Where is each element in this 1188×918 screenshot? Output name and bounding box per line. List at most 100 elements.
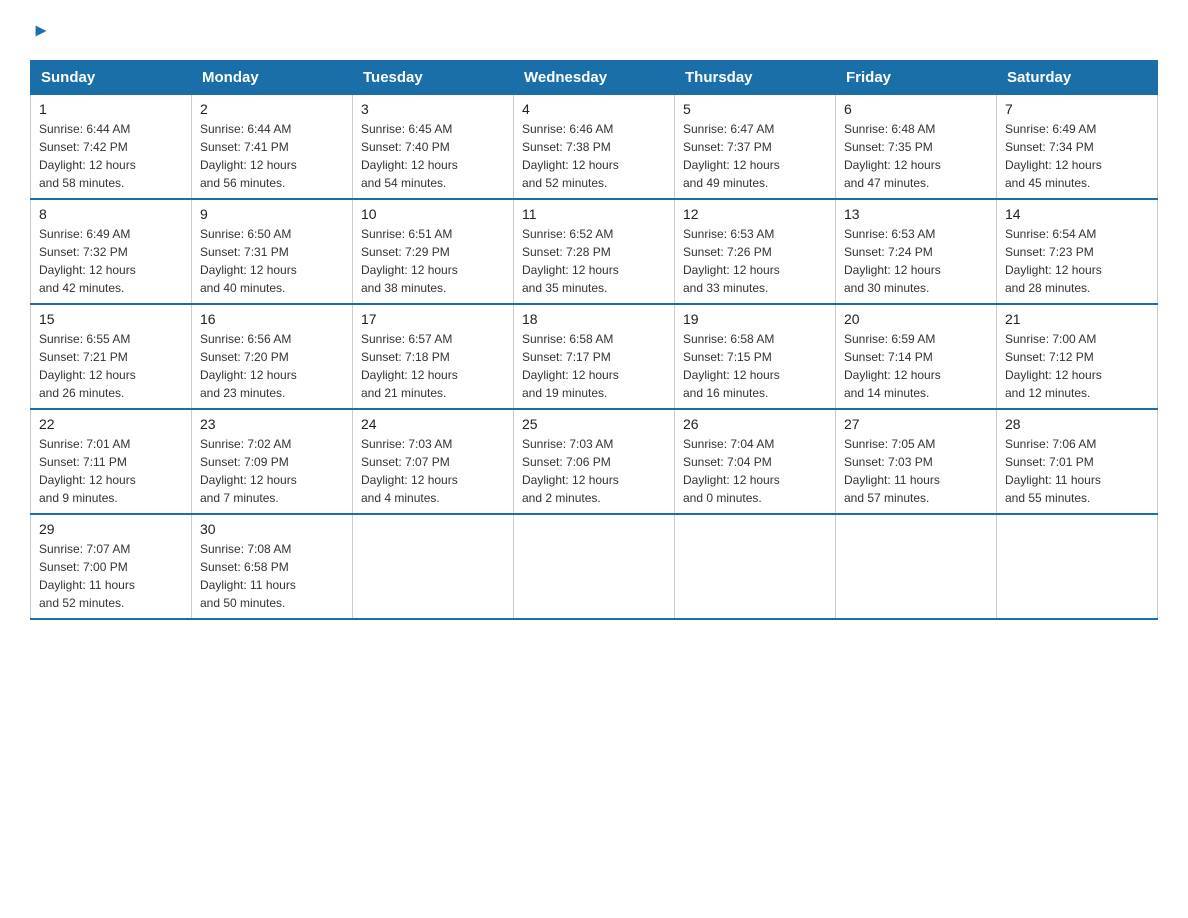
day-sun-info: Sunrise: 6:57 AM Sunset: 7:18 PM Dayligh… xyxy=(361,330,505,402)
day-number: 11 xyxy=(522,206,666,222)
day-sun-info: Sunrise: 7:02 AM Sunset: 7:09 PM Dayligh… xyxy=(200,435,344,507)
day-number: 20 xyxy=(844,311,988,327)
day-sun-info: Sunrise: 7:04 AM Sunset: 7:04 PM Dayligh… xyxy=(683,435,827,507)
day-number: 14 xyxy=(1005,206,1149,222)
day-sun-info: Sunrise: 6:45 AM Sunset: 7:40 PM Dayligh… xyxy=(361,120,505,192)
col-header-monday: Monday xyxy=(192,61,353,95)
day-number: 22 xyxy=(39,416,183,432)
calendar-cell: 8Sunrise: 6:49 AM Sunset: 7:32 PM Daylig… xyxy=(31,199,192,304)
calendar-cell: 23 Sunrise: 7:02 AM Sunset: 7:09 PM Dayli… xyxy=(192,409,353,514)
day-sun-info: Sunrise: 6:58 AM Sunset: 7:17 PM Dayligh… xyxy=(522,330,666,402)
calendar-cell: 1 Sunrise: 6:44 AM Sunset: 7:42 PM Daylig… xyxy=(31,95,192,200)
calendar-cell: 7 Sunrise: 6:49 AM Sunset: 7:34 PM Daylig… xyxy=(997,95,1158,200)
day-number: 21 xyxy=(1005,311,1149,327)
calendar-cell: 22 Sunrise: 7:01 AM Sunset: 7:11 PM Dayli… xyxy=(31,409,192,514)
day-number: 12 xyxy=(683,206,827,222)
day-number: 1 xyxy=(39,101,183,117)
calendar-cell: 11 Sunrise: 6:52 AM Sunset: 7:28 PM Dayli… xyxy=(514,199,675,304)
calendar-cell: 12 Sunrise: 6:53 AM Sunset: 7:26 PM Dayli… xyxy=(675,199,836,304)
logo xyxy=(30,20,50,40)
calendar-cell xyxy=(353,514,514,619)
day-number: 28 xyxy=(1005,416,1149,432)
day-number: 27 xyxy=(844,416,988,432)
calendar-cell: 29Sunrise: 7:07 AM Sunset: 7:00 PM Dayli… xyxy=(31,514,192,619)
calendar-cell: 2Sunrise: 6:44 AM Sunset: 7:41 PM Daylig… xyxy=(192,95,353,200)
day-sun-info: Sunrise: 6:44 AM Sunset: 7:42 PM Dayligh… xyxy=(39,120,183,192)
day-number: 26 xyxy=(683,416,827,432)
day-sun-info: Sunrise: 6:46 AM Sunset: 7:38 PM Dayligh… xyxy=(522,120,666,192)
day-number: 24 xyxy=(361,416,505,432)
day-sun-info: Sunrise: 6:48 AM Sunset: 7:35 PM Dayligh… xyxy=(844,120,988,192)
calendar-cell: 27 Sunrise: 7:05 AM Sunset: 7:03 PM Dayli… xyxy=(836,409,997,514)
calendar-cell xyxy=(675,514,836,619)
calendar-cell: 13 Sunrise: 6:53 AM Sunset: 7:24 PM Dayli… xyxy=(836,199,997,304)
calendar-table: SundayMondayTuesdayWednesdayThursdayFrid… xyxy=(30,60,1158,620)
day-sun-info: Sunrise: 6:47 AM Sunset: 7:37 PM Dayligh… xyxy=(683,120,827,192)
day-sun-info: Sunrise: 6:55 AM Sunset: 7:21 PM Dayligh… xyxy=(39,330,183,402)
day-sun-info: Sunrise: 7:00 AM Sunset: 7:12 PM Dayligh… xyxy=(1005,330,1149,402)
calendar-cell: 17 Sunrise: 6:57 AM Sunset: 7:18 PM Dayli… xyxy=(353,304,514,409)
day-sun-info: Sunrise: 7:03 AM Sunset: 7:07 PM Dayligh… xyxy=(361,435,505,507)
calendar-cell: 19 Sunrise: 6:58 AM Sunset: 7:15 PM Dayli… xyxy=(675,304,836,409)
calendar-week-3: 15 Sunrise: 6:55 AM Sunset: 7:21 PM Dayli… xyxy=(31,304,1158,409)
day-sun-info: Sunrise: 6:53 AM Sunset: 7:26 PM Dayligh… xyxy=(683,225,827,297)
day-number: 15 xyxy=(39,311,183,327)
day-sun-info: Sunrise: 6:56 AM Sunset: 7:20 PM Dayligh… xyxy=(200,330,344,402)
logo-arrow-icon xyxy=(32,22,50,40)
day-sun-info: Sunrise: 7:01 AM Sunset: 7:11 PM Dayligh… xyxy=(39,435,183,507)
calendar-cell: 20 Sunrise: 6:59 AM Sunset: 7:14 PM Dayli… xyxy=(836,304,997,409)
page-header xyxy=(30,20,1158,40)
calendar-cell: 3 Sunrise: 6:45 AM Sunset: 7:40 PM Daylig… xyxy=(353,95,514,200)
calendar-header: SundayMondayTuesdayWednesdayThursdayFrid… xyxy=(31,61,1158,95)
day-number: 8 xyxy=(39,206,183,222)
calendar-cell xyxy=(514,514,675,619)
day-sun-info: Sunrise: 6:51 AM Sunset: 7:29 PM Dayligh… xyxy=(361,225,505,297)
calendar-cell: 18 Sunrise: 6:58 AM Sunset: 7:17 PM Dayli… xyxy=(514,304,675,409)
day-number: 7 xyxy=(1005,101,1149,117)
day-sun-info: Sunrise: 6:53 AM Sunset: 7:24 PM Dayligh… xyxy=(844,225,988,297)
day-number: 19 xyxy=(683,311,827,327)
calendar-cell: 14 Sunrise: 6:54 AM Sunset: 7:23 PM Dayli… xyxy=(997,199,1158,304)
day-sun-info: Sunrise: 6:54 AM Sunset: 7:23 PM Dayligh… xyxy=(1005,225,1149,297)
day-sun-info: Sunrise: 6:58 AM Sunset: 7:15 PM Dayligh… xyxy=(683,330,827,402)
calendar-cell: 9 Sunrise: 6:50 AM Sunset: 7:31 PM Daylig… xyxy=(192,199,353,304)
day-sun-info: Sunrise: 7:08 AM Sunset: 6:58 PM Dayligh… xyxy=(200,540,344,612)
calendar-week-5: 29Sunrise: 7:07 AM Sunset: 7:00 PM Dayli… xyxy=(31,514,1158,619)
calendar-week-2: 8Sunrise: 6:49 AM Sunset: 7:32 PM Daylig… xyxy=(31,199,1158,304)
day-number: 3 xyxy=(361,101,505,117)
day-number: 4 xyxy=(522,101,666,117)
day-sun-info: Sunrise: 6:50 AM Sunset: 7:31 PM Dayligh… xyxy=(200,225,344,297)
day-number: 13 xyxy=(844,206,988,222)
calendar-cell: 24 Sunrise: 7:03 AM Sunset: 7:07 PM Dayli… xyxy=(353,409,514,514)
day-number: 25 xyxy=(522,416,666,432)
day-sun-info: Sunrise: 6:52 AM Sunset: 7:28 PM Dayligh… xyxy=(522,225,666,297)
calendar-cell xyxy=(997,514,1158,619)
calendar-cell: 26 Sunrise: 7:04 AM Sunset: 7:04 PM Dayli… xyxy=(675,409,836,514)
col-header-sunday: Sunday xyxy=(31,61,192,95)
calendar-cell: 21 Sunrise: 7:00 AM Sunset: 7:12 PM Dayli… xyxy=(997,304,1158,409)
day-sun-info: Sunrise: 6:59 AM Sunset: 7:14 PM Dayligh… xyxy=(844,330,988,402)
day-sun-info: Sunrise: 7:07 AM Sunset: 7:00 PM Dayligh… xyxy=(39,540,183,612)
day-number: 5 xyxy=(683,101,827,117)
day-number: 18 xyxy=(522,311,666,327)
calendar-cell: 5 Sunrise: 6:47 AM Sunset: 7:37 PM Daylig… xyxy=(675,95,836,200)
col-header-thursday: Thursday xyxy=(675,61,836,95)
calendar-cell: 25Sunrise: 7:03 AM Sunset: 7:06 PM Dayli… xyxy=(514,409,675,514)
calendar-cell: 4 Sunrise: 6:46 AM Sunset: 7:38 PM Daylig… xyxy=(514,95,675,200)
calendar-cell: 16Sunrise: 6:56 AM Sunset: 7:20 PM Dayli… xyxy=(192,304,353,409)
day-sun-info: Sunrise: 6:49 AM Sunset: 7:34 PM Dayligh… xyxy=(1005,120,1149,192)
calendar-cell: 28Sunrise: 7:06 AM Sunset: 7:01 PM Dayli… xyxy=(997,409,1158,514)
day-number: 17 xyxy=(361,311,505,327)
day-number: 9 xyxy=(200,206,344,222)
calendar-week-1: 1 Sunrise: 6:44 AM Sunset: 7:42 PM Daylig… xyxy=(31,95,1158,200)
day-sun-info: Sunrise: 7:05 AM Sunset: 7:03 PM Dayligh… xyxy=(844,435,988,507)
day-number: 10 xyxy=(361,206,505,222)
day-number: 23 xyxy=(200,416,344,432)
day-sun-info: Sunrise: 6:44 AM Sunset: 7:41 PM Dayligh… xyxy=(200,120,344,192)
calendar-cell: 10 Sunrise: 6:51 AM Sunset: 7:29 PM Dayli… xyxy=(353,199,514,304)
calendar-week-4: 22 Sunrise: 7:01 AM Sunset: 7:11 PM Dayli… xyxy=(31,409,1158,514)
col-header-tuesday: Tuesday xyxy=(353,61,514,95)
col-header-saturday: Saturday xyxy=(997,61,1158,95)
day-number: 6 xyxy=(844,101,988,117)
col-header-wednesday: Wednesday xyxy=(514,61,675,95)
